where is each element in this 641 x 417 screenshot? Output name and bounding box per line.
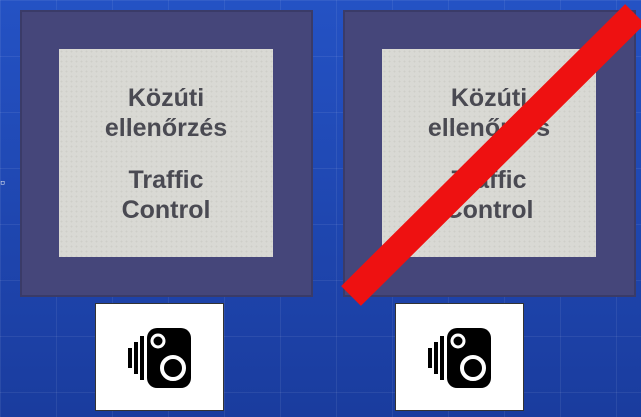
speed-camera-icon	[128, 328, 191, 388]
red-strike-line	[341, 4, 641, 306]
sign-text-line-3: Traffic	[128, 166, 204, 194]
traffic-control-end-sign: Közúti ellenőrzés Traffic Control	[341, 4, 641, 306]
sign-text-line-1: Közúti	[127, 84, 205, 112]
speed-camera-sign	[395, 303, 524, 411]
sign-text-line-4: Control	[121, 196, 211, 224]
speed-camera-icon	[428, 328, 491, 388]
speed-camera-sign	[95, 303, 224, 411]
sign-panel: Közúti ellenőrzés Traffic Control	[59, 49, 273, 257]
bullet-marker: ▫	[0, 174, 5, 190]
sign-text-line-2: ellenőrzés	[104, 114, 228, 142]
traffic-control-sign: Közúti ellenőrzés Traffic Control	[20, 10, 313, 297]
